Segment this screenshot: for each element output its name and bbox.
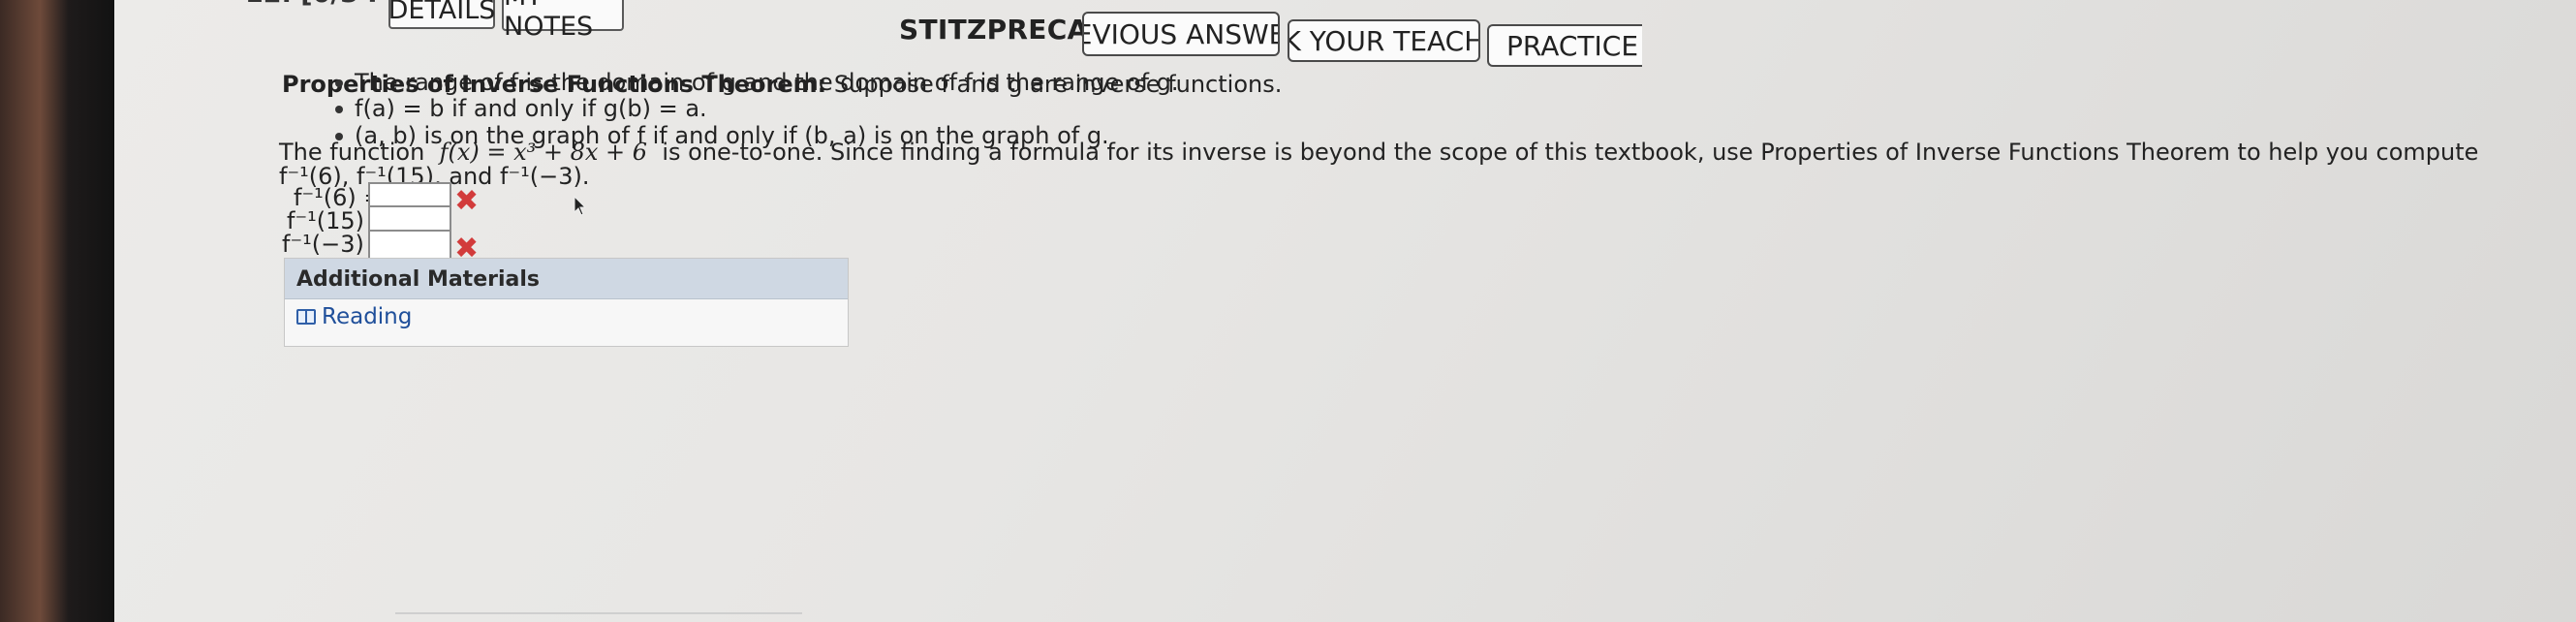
problem-suffix: is one-to-one. Since finding a formula f… <box>662 139 2479 166</box>
practice-another-label: PRACTICE ANOTHER <box>1506 29 1642 62</box>
previous-answers-button[interactable]: PREVIOUS ANSWERS <box>1082 12 1280 56</box>
mouse-cursor-icon <box>574 196 587 216</box>
theorem-bullet-2: f(a) = b if and only if g(b) = a. <box>335 95 707 122</box>
additional-materials-panel: Additional Materials Reading <box>284 258 849 347</box>
reading-link-label: Reading <box>322 304 413 329</box>
my-notes-tab[interactable]: MY NOTES <box>502 0 624 42</box>
book-icon <box>296 309 316 325</box>
bullet-dot <box>335 106 343 113</box>
previous-answers-label: PREVIOUS ANSWERS <box>1084 17 1278 50</box>
problem-prefix: The function <box>279 139 425 166</box>
reading-link[interactable]: Reading <box>296 304 412 329</box>
additional-materials-title: Additional Materials <box>296 267 540 292</box>
my-notes-tab-label: MY NOTES <box>504 0 594 42</box>
ask-your-teacher-button[interactable]: ASK YOUR TEACHER <box>1288 19 1480 62</box>
additional-materials-header: Additional Materials <box>285 259 848 299</box>
problem-line-1: The function f(x) = x³ + 8x + 6 is one-t… <box>279 139 2478 166</box>
details-tab-label: DETAILS <box>388 0 496 25</box>
details-tab[interactable]: DETAILS <box>388 0 495 29</box>
divider <box>395 612 802 614</box>
function-expression: f(x) = x³ + 8x + 6 <box>439 139 648 166</box>
bullet-text: The range of f is the domain of g and th… <box>355 69 1179 96</box>
practice-another-button[interactable]: PRACTICE ANOTHER <box>1487 24 1642 67</box>
theorem-bullet-1: The range of f is the domain of g and th… <box>335 69 1178 96</box>
screen-bezel <box>0 0 114 622</box>
bullet-dot <box>335 79 343 87</box>
bullet-text: f(a) = b if and only if g(b) = a. <box>355 95 707 122</box>
ask-your-teacher-label: ASK YOUR TEACHER <box>1289 24 1478 57</box>
assignment-page: 12. [0/3 Points] DETAILS MY NOTES STITZP… <box>114 0 2576 622</box>
incorrect-x-icon: ✖ <box>454 184 480 218</box>
